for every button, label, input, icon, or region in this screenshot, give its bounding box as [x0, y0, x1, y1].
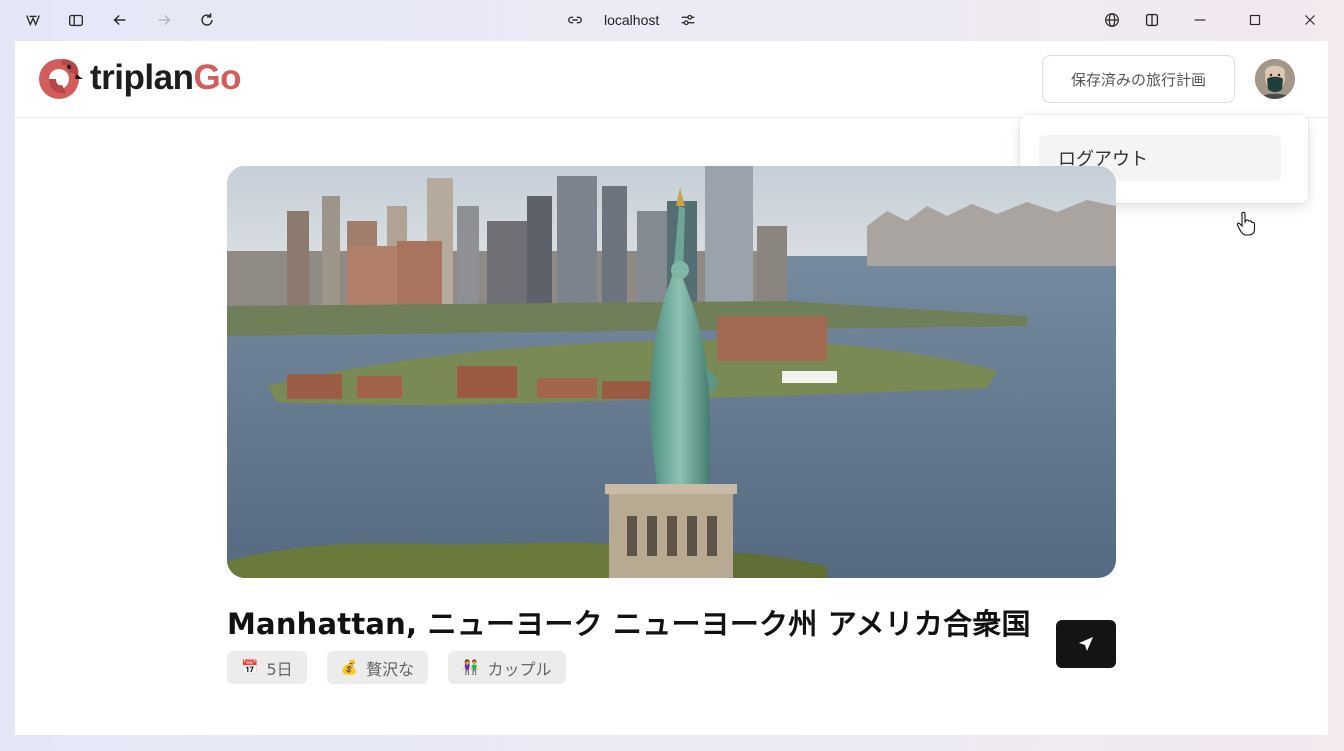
- minimize-icon[interactable]: [1187, 8, 1213, 32]
- forward-arrow-icon[interactable]: [151, 8, 177, 32]
- duration-label: 5日: [266, 659, 293, 679]
- url-text[interactable]: localhost: [598, 12, 665, 28]
- couple-icon: 👫: [462, 659, 480, 676]
- trip-title: Manhattan, ニューヨーク ニューヨーク州 アメリカ合衆国: [227, 607, 1031, 641]
- user-photo-icon: [1255, 59, 1295, 99]
- back-arrow-icon[interactable]: [107, 8, 133, 32]
- sliders-icon[interactable]: [675, 8, 701, 32]
- avatar[interactable]: [1255, 59, 1295, 99]
- saved-plans-button[interactable]: 保存済みの旅行計画: [1042, 55, 1235, 103]
- close-icon[interactable]: [1297, 8, 1323, 32]
- app-menu-icon[interactable]: [20, 8, 46, 32]
- duration-chip: 📅 5日: [227, 651, 307, 684]
- link-icon[interactable]: [562, 8, 588, 32]
- logo-text-triplan: triplan: [90, 58, 194, 97]
- hand-cursor-icon: [1236, 211, 1256, 236]
- sidebar-toggle-icon[interactable]: [63, 8, 89, 32]
- travelers-label: カップル: [487, 659, 552, 679]
- destination-hero-image: [227, 166, 1116, 578]
- travelers-chip: 👫 カップル: [448, 651, 566, 684]
- logo-text-go: Go: [193, 58, 242, 97]
- money-bag-icon: 💰: [340, 659, 359, 676]
- browser-toolbar: localhost: [0, 0, 1344, 40]
- globe-icon[interactable]: [1099, 8, 1125, 32]
- flamingo-logo-icon: [39, 59, 83, 99]
- maximize-icon[interactable]: [1242, 8, 1268, 32]
- send-icon: [1079, 637, 1093, 651]
- share-trip-button[interactable]: [1056, 620, 1116, 668]
- budget-chip: 💰 贅沢な: [326, 651, 429, 684]
- split-view-icon[interactable]: [1139, 8, 1165, 32]
- site-header: triplanGo 保存済みの旅行計画: [15, 41, 1328, 118]
- address-bar[interactable]: localhost: [562, 8, 701, 32]
- reload-icon[interactable]: [194, 8, 220, 32]
- calendar-icon: 📅: [241, 659, 259, 676]
- page-viewport: triplanGo 保存済みの旅行計画 ログアウト Manhattan, ニュー…: [15, 41, 1328, 735]
- site-logo[interactable]: triplanGo: [38, 55, 242, 101]
- budget-label: 贅沢な: [366, 659, 415, 679]
- logo-text: triplanGo: [90, 58, 242, 98]
- trip-attributes: 📅 5日 💰 贅沢な 👫 カップル: [227, 651, 566, 684]
- statue-of-liberty-photo: [227, 166, 1116, 578]
